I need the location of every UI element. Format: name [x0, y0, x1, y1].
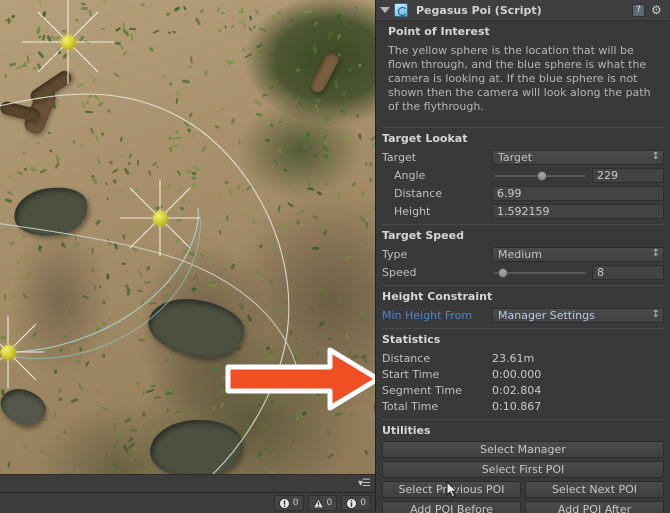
row-target: Target Target: [382, 149, 664, 165]
height-field[interactable]: 1.592159: [492, 203, 664, 219]
row-angle: Angle 229: [382, 167, 664, 183]
inspector-panel: Pegasus Poi (Script) ? ⚙ Point of Intere…: [375, 0, 670, 513]
info-icon: [346, 497, 358, 509]
info-count: 0: [360, 498, 366, 508]
component-header[interactable]: Pegasus Poi (Script) ? ⚙: [376, 0, 670, 21]
speed-label: Speed: [382, 265, 417, 279]
angle-slider[interactable]: [492, 168, 588, 183]
target-label: Target: [382, 150, 417, 164]
speed-slider[interactable]: [492, 265, 588, 280]
stat-label: Segment Time: [382, 383, 462, 397]
triangle-down-icon[interactable]: [380, 7, 390, 13]
stat-value: 23.61m: [492, 351, 535, 365]
stat-row: Total Time 0:10.867: [382, 398, 664, 414]
scene-view-bottom-bar: ▾☰: [0, 474, 375, 492]
stat-value: 0:10.867: [492, 399, 542, 413]
row-height: Height 1.592159: [382, 203, 664, 219]
stat-row: Segment Time 0:02.804: [382, 382, 664, 398]
stat-value: 0:00.000: [492, 367, 542, 381]
warning-icon: [312, 497, 324, 508]
section-target-speed: Target Speed Type Medium Speed 8: [382, 224, 664, 280]
description-title: Point of Interest: [388, 25, 490, 38]
min-height-from-label[interactable]: Min Height From: [382, 309, 492, 322]
type-dropdown[interactable]: Medium: [492, 246, 664, 262]
height-label: Height: [394, 204, 431, 218]
warning-count: 0: [326, 498, 333, 508]
description-box: Point of Interest The yellow sphere is t…: [382, 21, 664, 122]
select-next-poi-button[interactable]: Select Next POI: [525, 481, 664, 498]
script-icon: [394, 3, 408, 17]
section-title: Target Lookat: [382, 132, 468, 145]
angle-label: Angle: [394, 168, 426, 182]
row-type: Type Medium: [382, 246, 664, 262]
speed-slider-knob[interactable]: [497, 267, 508, 278]
distance-label: Distance: [394, 186, 443, 200]
row-speed: Speed 8: [382, 264, 664, 280]
min-height-from-dropdown[interactable]: Manager Settings: [492, 307, 664, 323]
section-title: Height Constraint: [382, 290, 493, 303]
component-title: Pegasus Poi (Script): [416, 3, 542, 17]
view-options-icon[interactable]: ▾☰: [358, 479, 371, 489]
error-count: 0: [292, 498, 299, 508]
angle-value-field[interactable]: 229: [592, 167, 664, 183]
gear-icon[interactable]: ⚙: [651, 4, 664, 17]
poi-sphere-yellow[interactable]: [1, 345, 16, 360]
section-title: Target Speed: [382, 229, 464, 242]
speed-slider-track: [494, 271, 586, 274]
help-icon[interactable]: ?: [632, 3, 645, 17]
target-dropdown[interactable]: Target: [492, 149, 664, 165]
speed-value-field[interactable]: 8: [592, 264, 664, 280]
status-warning-group[interactable]: 0: [307, 495, 338, 511]
add-poi-before-button[interactable]: Add POI Before: [382, 501, 521, 513]
section-height-constraint: Height Constraint Min Height From Manage…: [382, 285, 664, 323]
angle-slider-knob[interactable]: [536, 170, 547, 181]
select-first-poi-button[interactable]: Select First POI: [382, 461, 664, 478]
stat-label: Start Time: [382, 367, 440, 381]
section-target-lookat: Target Lookat Target Target Angle 229 Di…: [382, 127, 664, 219]
section-utilities: Utilities Select Manager Select First PO…: [382, 419, 664, 513]
add-poi-after-button[interactable]: Add POI After: [525, 501, 664, 513]
scene-view[interactable]: ▾☰ 0 0 0: [0, 0, 375, 513]
stat-row: Start Time 0:00.000: [382, 366, 664, 382]
description-text: The yellow sphere is the location that w…: [388, 44, 651, 113]
status-info-group[interactable]: 0: [341, 495, 371, 511]
stat-value: 0:02.804: [492, 383, 542, 397]
status-error-group[interactable]: 0: [273, 495, 304, 511]
status-bar: 0 0 0: [0, 492, 375, 513]
type-label: Type: [382, 247, 408, 261]
select-previous-poi-button[interactable]: Select Previous POI: [382, 481, 521, 498]
section-title: Statistics: [382, 333, 441, 346]
stat-label: Distance: [382, 351, 431, 365]
poi-sphere-yellow[interactable]: [61, 35, 76, 50]
section-title: Utilities: [382, 424, 431, 437]
poi-sphere-yellow[interactable]: [153, 211, 168, 226]
flythrough-gizmo: [0, 0, 301, 492]
stat-label: Total Time: [382, 399, 439, 413]
section-statistics: Statistics Distance 23.61m Start Time 0:…: [382, 328, 664, 414]
select-manager-button[interactable]: Select Manager: [382, 441, 664, 458]
distance-field[interactable]: 6.99: [492, 185, 664, 201]
row-distance: Distance 6.99: [382, 185, 664, 201]
error-icon: [278, 497, 290, 509]
stat-row: Distance 23.61m: [382, 350, 664, 366]
row-min-height-from: Min Height From Manager Settings: [382, 307, 664, 323]
